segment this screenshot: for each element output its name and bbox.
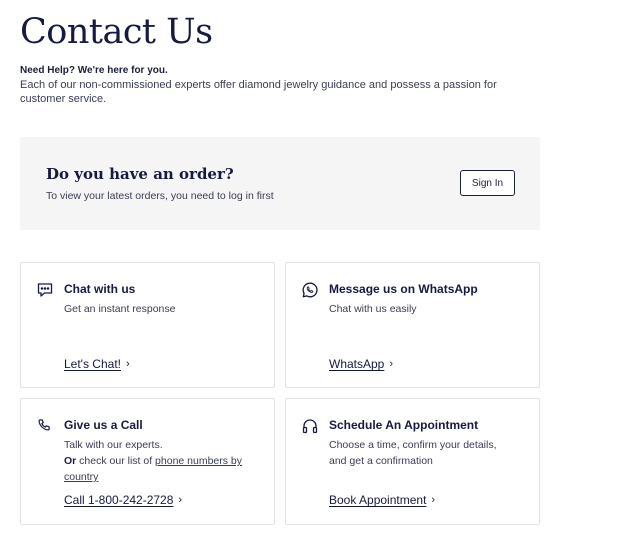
chat-card-subtitle: Get an instant response [64, 303, 176, 315]
whatsapp-card-title: Message us on WhatsApp [329, 282, 478, 296]
lets-chat-label: Let's Chat! [64, 357, 121, 371]
appointment-card-text: Choose a time, confirm your details, and… [329, 437, 529, 469]
page-title: Contact Us [20, 12, 213, 52]
call-card-title: Give us a Call [64, 418, 143, 432]
call-card-text: Talk with our experts. Or check our list… [64, 437, 264, 485]
chat-bubble-icon [36, 281, 54, 299]
chat-card: Chat with us Get an instant response Let… [20, 262, 275, 388]
call-card: Give us a Call Talk with our experts. Or… [20, 398, 275, 525]
call-card-or: Or [64, 455, 77, 467]
appointment-card-line2: and get a confirmation [329, 455, 433, 467]
headphones-icon [301, 417, 319, 435]
whatsapp-card: Message us on WhatsApp Chat with us easi… [285, 262, 540, 388]
chevron-right-icon: › [178, 494, 183, 506]
call-card-line2-prefix: check our list of [76, 455, 156, 467]
phone-icon [36, 417, 54, 435]
call-phone-label: Call 1-800-242-2728 [64, 493, 174, 507]
order-panel: Do you have an order? To view your lates… [20, 137, 540, 230]
order-subtitle: To view your latest orders, you need to … [46, 190, 274, 202]
chevron-right-icon: › [389, 358, 394, 370]
chevron-right-icon: › [431, 494, 436, 506]
chat-card-title: Chat with us [64, 282, 136, 296]
help-text: Each of our non-commissioned experts off… [20, 79, 497, 105]
book-appointment-link[interactable]: Book Appointment › [329, 493, 435, 507]
whatsapp-link[interactable]: WhatsApp › [329, 357, 393, 371]
chevron-right-icon: › [126, 358, 130, 370]
appointment-card-line1: Choose a time, confirm your details, [329, 439, 497, 451]
call-phone-link[interactable]: Call 1-800-242-2728 › [64, 493, 182, 507]
whatsapp-link-label: WhatsApp [329, 357, 385, 371]
call-card-line1: Talk with our experts. [64, 439, 163, 451]
appointment-card: Schedule An Appointment Choose a time, c… [285, 398, 540, 525]
help-heading: Need Help? We're here for you. [20, 65, 168, 76]
whatsapp-icon [301, 281, 319, 299]
whatsapp-card-subtitle: Chat with us easily [329, 303, 417, 315]
book-appointment-label: Book Appointment [329, 493, 427, 507]
order-title: Do you have an order? [46, 165, 234, 183]
sign-in-button[interactable]: Sign In [460, 170, 515, 196]
lets-chat-link[interactable]: Let's Chat! › [64, 357, 130, 371]
appointment-card-title: Schedule An Appointment [329, 418, 479, 432]
